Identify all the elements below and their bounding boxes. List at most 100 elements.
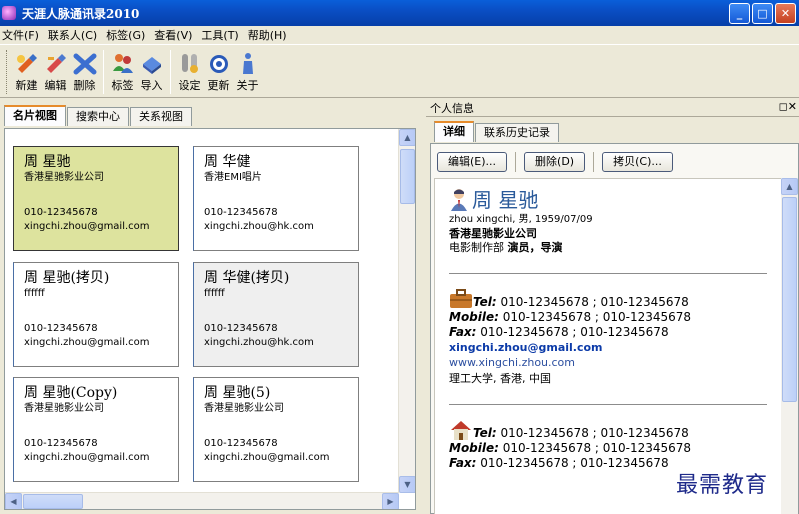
card-company: 香港星驰影业公司 [204,403,284,414]
person-department: 电影制作部 演员，导演 [449,241,563,254]
card-phone: 010-12345678 [204,438,278,449]
card-phone: 010-12345678 [24,207,98,218]
card-list-vscrollbar[interactable]: ▲ ▼ [398,129,415,493]
card-phone: 010-12345678 [204,207,278,218]
delete-contact-button[interactable]: 删除(D) [524,152,586,172]
card-company: ffffff [204,288,225,299]
menu-view[interactable]: 查看(V) [152,27,199,43]
card-view-pane: 名片视图 搜索中心 关系视图 周 星驰 香港星驰影业公司 010-1234567… [0,101,420,514]
detail-vscrollbar[interactable]: ▲ [781,178,798,514]
contact-card[interactable]: 周 星驰(5) 香港星驰影业公司 010-12345678 xingchi.zh… [193,377,359,482]
edit-contact-button[interactable]: 编辑(E)... [437,152,508,172]
home-tel-row: Tel: 010-12345678 ; 010-12345678 [449,419,782,441]
settings-wrench-icon [181,54,198,73]
card-company: ffffff [24,288,45,299]
card-name: 周 华健(拷贝) [204,270,290,286]
tag-button[interactable]: 标签 [109,51,136,93]
website-link[interactable]: www.xingchi.zhou.com [449,355,782,371]
import-button[interactable]: 导入 [138,51,165,93]
menu-tools[interactable]: 工具(T) [199,27,245,43]
contact-card[interactable]: 周 星驰(拷贝) ffffff 010-12345678 xingchi.zho… [13,262,179,367]
new-button[interactable]: 新建 [13,51,40,93]
pane-title: 个人信息 [430,101,474,115]
card-company: 香港星驰影业公司 [24,172,104,183]
tab-card-view[interactable]: 名片视图 [4,105,66,126]
work-mobile-row: Mobile: 010-12345678 ; 010-12345678 [449,310,692,324]
card-list: 周 星驰 香港星驰影业公司 010-12345678 xingchi.zhou@… [4,128,416,510]
card-name: 周 星驰 [24,154,71,170]
home-contact-block: Tel: 010-12345678 ; 010-12345678 Mobile:… [449,419,782,471]
toolbar-grip[interactable] [6,50,9,94]
person-name: 周 星驰 [472,188,539,212]
watermark-text: 最需教育 [676,473,769,498]
app-icon [2,6,16,20]
new-contact-icon [16,54,37,73]
card-company: 香港EMI唱片 [204,172,262,183]
minimize-button[interactable]: _ [729,3,750,24]
card-name: 周 星驰(拷贝) [24,270,110,286]
delete-icon [73,53,96,75]
contact-card[interactable]: 周 星驰 香港星驰影业公司 010-12345678 xingchi.zhou@… [13,146,179,251]
contact-detail: 周 星驰 zhou xingchi, 男, 1959/07/09 香港星驰影业公… [434,178,783,514]
right-tabs: 详细 联系历史记录 [434,121,560,142]
about-button[interactable]: 关于 [234,51,261,93]
work-fax-row: Fax: 010-12345678 ; 010-12345678 [449,325,669,339]
house-icon [451,421,471,440]
card-email: xingchi.zhou@gmail.com [24,452,150,463]
card-email: xingchi.zhou@hk.com [204,221,314,232]
update-button[interactable]: 更新 [205,51,232,93]
delete-button[interactable]: 删除 [71,51,98,93]
card-list-hscrollbar[interactable]: ◀ ▶ [5,492,399,509]
left-tabs: 名片视图 搜索中心 关系视图 [4,105,193,127]
tab-details[interactable]: 详细 [434,121,474,142]
card-email: xingchi.zhou@gmail.com [24,337,150,348]
tab-relation-view[interactable]: 关系视图 [130,107,192,126]
home-mobile-row: Mobile: 010-12345678 ; 010-12345678 [449,441,692,455]
window-title: 天涯人脉通讯录2010 [22,6,140,21]
card-phone: 010-12345678 [24,323,98,334]
settings-button[interactable]: 设定 [176,51,203,93]
work-email-link[interactable]: xingchi.zhou@gmail.com [449,340,782,355]
import-icon [142,57,161,74]
scroll-left-arrow-icon[interactable]: ◀ [5,493,22,509]
tab-search-center[interactable]: 搜索中心 [67,107,129,126]
detail-frame: 编辑(E)... 删除(D) 拷贝(C)... 周 星驰 zhou xingch… [430,143,799,514]
scroll-right-arrow-icon[interactable]: ▶ [382,493,399,509]
work-contact-block: Tel: 010-12345678 ; 010-12345678 Mobile:… [449,288,782,386]
contact-card[interactable]: 周 华健(拷贝) ffffff 010-12345678 xingchi.zho… [193,262,359,367]
pane-header: 个人信息 ◻✕ [426,99,799,117]
divider [449,404,767,405]
scroll-up-arrow-icon[interactable]: ▲ [781,178,798,195]
divider [449,273,767,274]
hscroll-thumb[interactable] [23,494,83,509]
card-phone: 010-12345678 [204,323,278,334]
person-company: 香港星驰影业公司 [449,227,537,240]
contact-card[interactable]: 周 华健 香港EMI唱片 010-12345678 xingchi.zhou@h… [193,146,359,251]
menu-contacts[interactable]: 联系人(C) [46,27,104,43]
contact-card[interactable]: 周 星驰(Copy) 香港星驰影业公司 010-12345678 xingchi… [13,377,179,482]
card-email: xingchi.zhou@gmail.com [24,221,150,232]
maximize-button[interactable]: □ [752,3,773,24]
edit-button[interactable]: 编辑 [42,51,69,93]
copy-contact-button[interactable]: 拷贝(C)... [602,152,673,172]
work-address: 理工大学, 香港, 中国 [449,372,551,385]
scroll-down-arrow-icon[interactable]: ▼ [399,476,415,493]
card-company: 香港星驰影业公司 [24,403,104,414]
pane-controls[interactable]: ◻✕ [779,100,797,113]
vscroll-thumb[interactable] [400,149,415,204]
toolbar: 新建 编辑 删除 标签 导入 设定 更新 关于 [0,44,799,98]
detail-vscroll-thumb[interactable] [782,197,797,402]
card-name: 周 星驰(Copy) [24,385,118,401]
menu-tags[interactable]: 标签(G) [104,27,152,43]
menu-file[interactable]: 文件(F) [0,27,46,43]
work-tel-row: Tel: 010-12345678 ; 010-12345678 [449,288,782,310]
action-bar: 编辑(E)... 删除(D) 拷贝(C)... [437,152,681,172]
close-button[interactable]: ✕ [775,3,796,24]
edit-icon [46,54,66,73]
tab-contact-history[interactable]: 联系历史记录 [475,123,559,142]
personal-info-pane: 个人信息 ◻✕ 详细 联系历史记录 编辑(E)... 删除(D) 拷贝(C)..… [426,99,799,514]
menu-help[interactable]: 帮助(H) [246,27,294,43]
scroll-up-arrow-icon[interactable]: ▲ [399,129,415,146]
menu-bar: 文件(F) 联系人(C) 标签(G) 查看(V) 工具(T) 帮助(H) [0,26,799,44]
briefcase-icon [450,289,472,308]
